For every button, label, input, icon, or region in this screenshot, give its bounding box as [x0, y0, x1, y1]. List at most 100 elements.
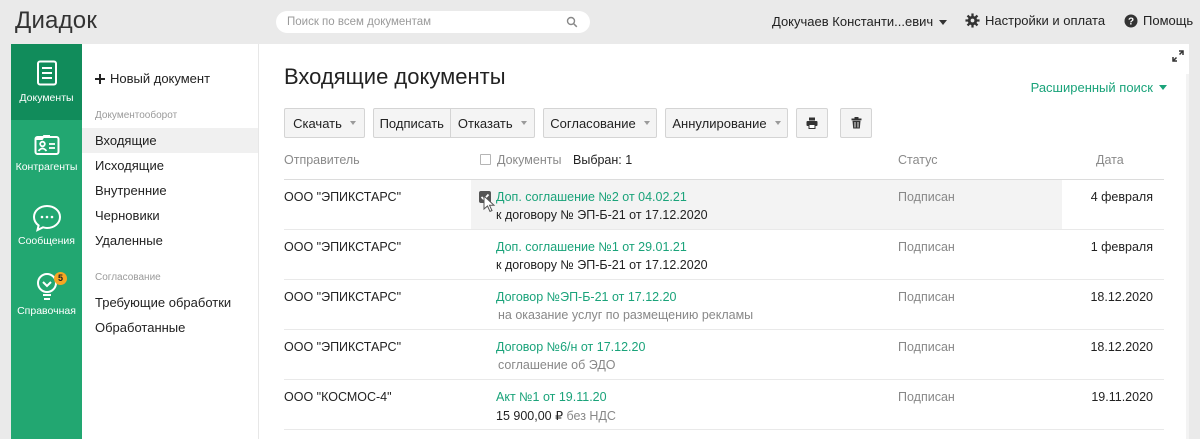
search-icon[interactable]: [566, 16, 578, 28]
notification-badge: 5: [54, 272, 67, 285]
row-date: 18.12.2020: [1090, 340, 1153, 354]
user-menu[interactable]: Докучаев Константи...евич: [772, 14, 948, 29]
nav-item-internal[interactable]: Внутренние: [82, 178, 258, 203]
table-row[interactable]: ООО "ЭПИКСТАРС" Доп. соглашение №2 от 04…: [284, 180, 1164, 230]
trash-icon: [851, 117, 861, 129]
nav-item-drafts[interactable]: Черновики: [82, 203, 258, 228]
row-sender: ООО "ЭПИКСТАРС": [284, 190, 402, 204]
row-date: 1 февраля: [1090, 240, 1153, 254]
rail-item-contractors[interactable]: Контрагенты: [11, 134, 82, 184]
gear-icon: [965, 13, 980, 28]
amount-value: 15 900,00 ₽: [496, 409, 564, 423]
row-date: 18.12.2020: [1090, 290, 1153, 304]
annul-button[interactable]: Аннулирование: [665, 108, 788, 138]
document-subtitle: к договору № ЭП-Б-21 от 17.12.2020: [496, 258, 708, 272]
svg-text:?: ?: [1128, 16, 1134, 27]
rail-label-documents: Документы: [19, 92, 74, 104]
rail-label-contractors: Контрагенты: [15, 161, 78, 173]
column-date[interactable]: Дата: [1096, 153, 1124, 167]
help-link[interactable]: ? Помощь: [1124, 13, 1193, 28]
nav-item-pending[interactable]: Требующие обработки: [82, 290, 258, 315]
expand-icon[interactable]: [1172, 50, 1184, 62]
column-sender[interactable]: Отправитель: [284, 153, 360, 167]
app-logo[interactable]: Диадок: [15, 7, 97, 35]
status-text: Подписан: [898, 340, 955, 354]
approval-label: Согласование: [550, 115, 636, 131]
annul-label: Аннулирование: [672, 115, 767, 131]
chevron-down-icon: [643, 121, 650, 125]
sign-label: Подписать: [379, 115, 444, 131]
chevron-down-icon: [939, 20, 948, 26]
nav-item-deleted[interactable]: Удаленные: [82, 228, 258, 253]
status-text: Подписан: [898, 290, 955, 304]
download-label: Скачать: [293, 115, 342, 131]
main-rail: Документы Контрагенты Сообщения 5 Справо…: [11, 44, 82, 439]
chevron-down-icon: [520, 121, 527, 125]
document-link[interactable]: Договор №ЭП-Б-21 от 17.12.20: [496, 290, 677, 304]
document-link[interactable]: Договор №6/н от 17.12.20: [496, 340, 645, 354]
delete-button[interactable]: [840, 108, 872, 138]
status-text: Подписан: [898, 390, 955, 404]
document-subtitle: к договору № ЭП-Б-21 от 17.12.2020: [496, 208, 708, 222]
document-link[interactable]: Доп. соглашение №2 от 04.02.21: [496, 190, 687, 204]
chat-bubble-icon: [32, 204, 61, 232]
vat-note: без НДС: [566, 409, 616, 423]
new-document-label: Новый документ: [110, 71, 211, 86]
scrollbar[interactable]: [1186, 74, 1189, 439]
download-button[interactable]: Скачать: [284, 108, 365, 138]
page-title: Входящие документы: [284, 64, 506, 89]
cursor-icon: [483, 195, 496, 213]
settings-link[interactable]: Настройки и оплата: [965, 13, 1105, 28]
document-link[interactable]: Акт №1 от 19.11.20: [496, 390, 607, 404]
select-all-checkbox[interactable]: [480, 154, 491, 165]
document-link[interactable]: Доп. соглашение №1 от 29.01.21: [496, 240, 687, 254]
reject-button[interactable]: Отказать: [451, 109, 534, 137]
nav-item-outgoing[interactable]: Исходящие: [82, 153, 258, 178]
table-row[interactable]: ООО "КОСМОС-4" Акт №1 от 19.11.20 15 900…: [284, 380, 1164, 430]
row-sender: ООО "КОСМОС-4": [284, 390, 392, 404]
column-documents[interactable]: Документы: [497, 153, 561, 167]
document-subtitle: на оказание услуг по размещению рекламы: [498, 308, 754, 322]
folder-sidebar: Новый документ Документооборот Входящие …: [82, 44, 259, 439]
table-row[interactable]: ООО "ЭПИКСТАРС" Доп. соглашение №1 от 29…: [284, 230, 1164, 280]
document-subtitle: соглашение об ЭДО: [498, 358, 616, 372]
advanced-search-link[interactable]: Расширенный поиск: [1031, 80, 1167, 95]
user-name: Докучаев Константи...евич: [772, 14, 934, 29]
row-sender: ООО "ЭПИКСТАРС": [284, 340, 402, 354]
print-button[interactable]: [796, 108, 828, 138]
search-box[interactable]: [276, 11, 590, 33]
document-icon: [36, 60, 57, 86]
top-bar: Диадок Докучаев Константи...евич: [0, 0, 1200, 44]
column-status[interactable]: Статус: [898, 153, 938, 167]
rail-item-messages[interactable]: Сообщения: [11, 204, 82, 254]
row-date: 4 февраля: [1090, 190, 1153, 204]
new-document-button[interactable]: Новый документ: [95, 71, 210, 86]
row-date: 19.11.2020: [1091, 390, 1153, 404]
plus-icon: [95, 73, 105, 84]
contact-card-icon: [34, 135, 59, 155]
rail-item-documents[interactable]: Документы: [11, 44, 82, 120]
settings-label: Настройки и оплата: [985, 13, 1106, 28]
chevron-down-icon: [1159, 85, 1167, 90]
section-docflow: Документооборот: [95, 110, 178, 121]
approval-button[interactable]: Согласование: [543, 108, 657, 138]
table-row[interactable]: ООО "ЭПИКСТАРС" Договор №ЭП-Б-21 от 17.1…: [284, 280, 1164, 330]
table-row[interactable]: ООО "ЭПИКСТАРС" Договор №6/н от 17.12.20…: [284, 330, 1164, 380]
rail-label-messages: Сообщения: [18, 235, 75, 247]
sign-button[interactable]: Подписать: [374, 109, 450, 137]
document-amount: 15 900,00 ₽ без НДС: [496, 408, 616, 423]
sign-reject-group: Подписать Отказать: [373, 108, 535, 138]
rail-label-help: Справочная: [17, 305, 76, 317]
printer-icon: [806, 117, 818, 129]
nav-item-processed[interactable]: Обработанные: [82, 315, 258, 340]
rail-item-help[interactable]: 5 Справочная: [11, 272, 82, 326]
row-sender: ООО "ЭПИКСТАРС": [284, 240, 402, 254]
advanced-search-label: Расширенный поиск: [1030, 80, 1153, 95]
selected-count: Выбран: 1: [573, 153, 633, 167]
chevron-down-icon: [774, 121, 781, 125]
search-input[interactable]: [276, 11, 556, 33]
help-label: Помощь: [1143, 13, 1194, 28]
nav-item-incoming[interactable]: Входящие: [82, 128, 258, 153]
help-icon: ?: [1124, 14, 1138, 27]
reject-label: Отказать: [457, 115, 513, 131]
